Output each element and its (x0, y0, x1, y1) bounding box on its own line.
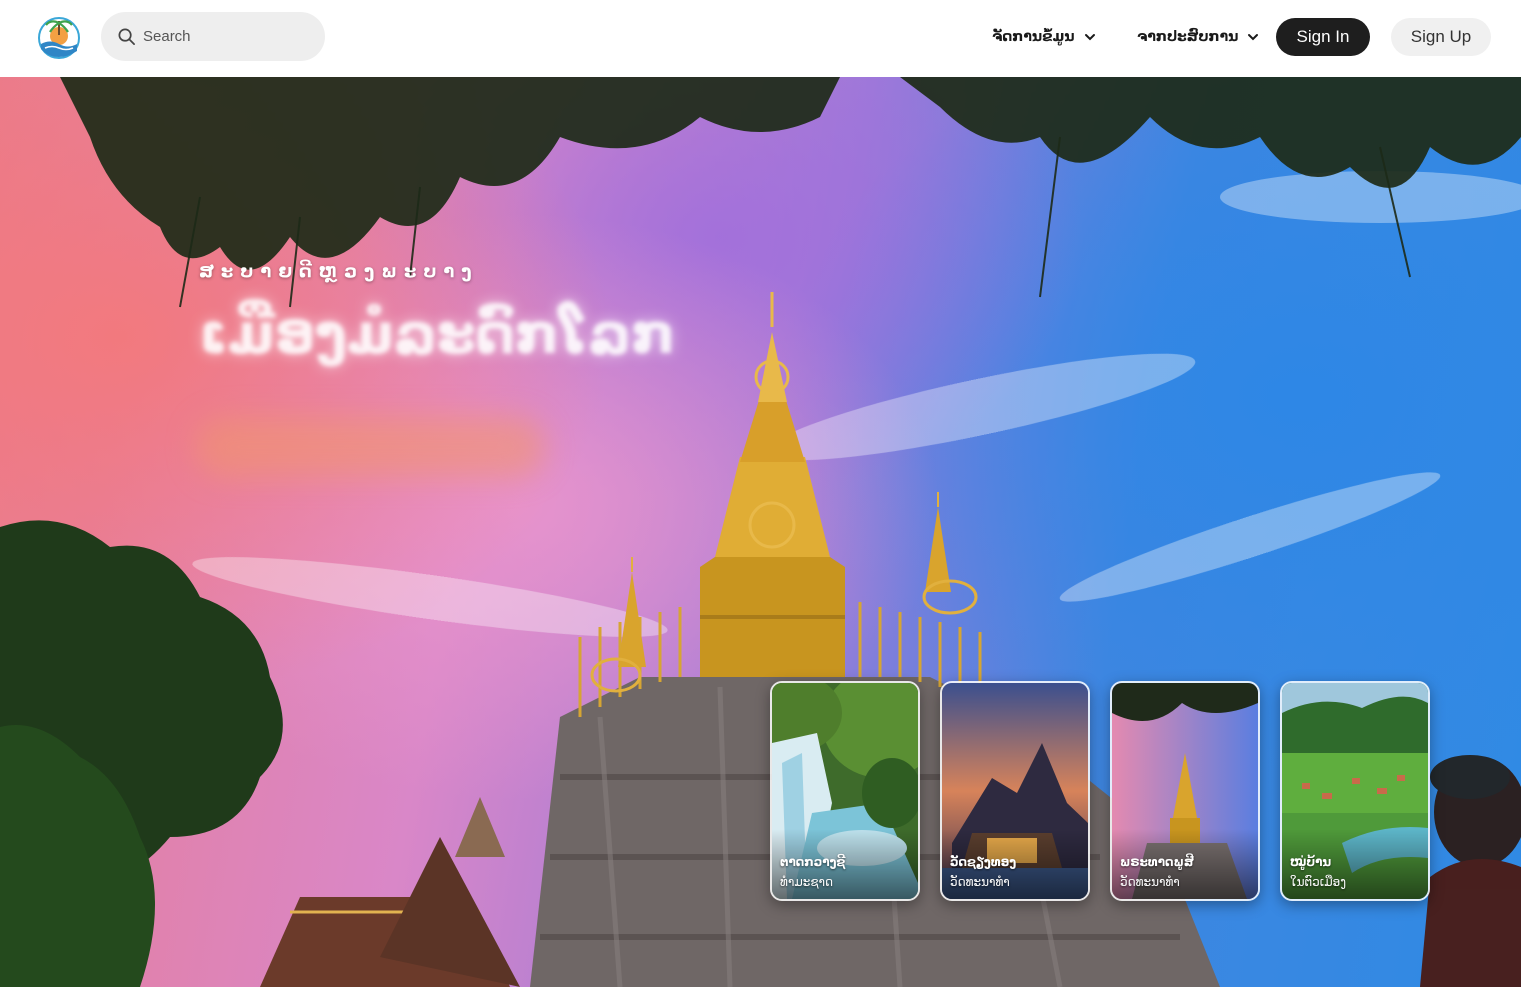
card-subtitle: ວັດທະນາທຳ (1120, 875, 1180, 889)
hero-banner: ສະບາຍດີຫຼວງພະບາງ ເມືອງມໍລະດົກໂລກ ຕາດກວາງ… (0, 77, 1521, 987)
card-subtitle: ໃນຕົວເມືອງ (1290, 875, 1347, 889)
sign-in-button[interactable]: Sign In (1276, 18, 1370, 56)
hero-headline: ເມືອງມໍລະດົກໂລກ (199, 302, 676, 367)
card-subtitle: ວັດທະນາທຳ (950, 875, 1010, 889)
card-title: ວັດຊຽງທອງ (950, 855, 1017, 869)
search-input[interactable] (143, 28, 313, 45)
nav-data-management-dropdown[interactable]: ຈັດການຂໍ້ມູນ (992, 23, 1096, 51)
top-navigation-bar: ຈັດການຂໍ້ມູນ ຈາກປະສົບການ Sign In Sign Up (0, 0, 1521, 77)
search-bar[interactable] (101, 12, 325, 61)
destination-card-waterfall[interactable]: ຕາດກວາງຊີ ທຳມະຊາດ (770, 681, 920, 901)
chevron-down-icon (1084, 34, 1095, 41)
destination-card-temple[interactable]: ວັດຊຽງທອງ ວັດທະນາທຳ (940, 681, 1090, 901)
card-title: ໝູ່ບ້ານ (1290, 855, 1332, 869)
travel-logo-icon[interactable] (36, 15, 82, 61)
nav-experience-label: ຈາກປະສົບການ (1137, 29, 1239, 45)
card-title: ຕາດກວາງຊີ (780, 855, 846, 869)
card-subtitle: ທຳມະຊາດ (780, 875, 834, 889)
sign-up-button[interactable]: Sign Up (1391, 18, 1491, 56)
nav-experience-dropdown[interactable]: ຈາກປະສົບການ (1137, 23, 1259, 51)
search-icon (118, 28, 135, 45)
card-title: ພຣະທາດພູສີ (1120, 855, 1194, 869)
destination-card-village[interactable]: ໝູ່ບ້ານ ໃນຕົວເມືອງ (1280, 681, 1430, 901)
chevron-down-icon (1248, 34, 1259, 41)
hero-haze-decoration (195, 417, 545, 477)
destination-card-stupa[interactable]: ພຣະທາດພູສີ ວັດທະນາທຳ (1110, 681, 1260, 901)
nav-data-management-label: ຈັດການຂໍ້ມູນ (992, 29, 1075, 45)
hero-kicker-text: ສະບາຍດີຫຼວງພະບາງ (199, 261, 479, 282)
